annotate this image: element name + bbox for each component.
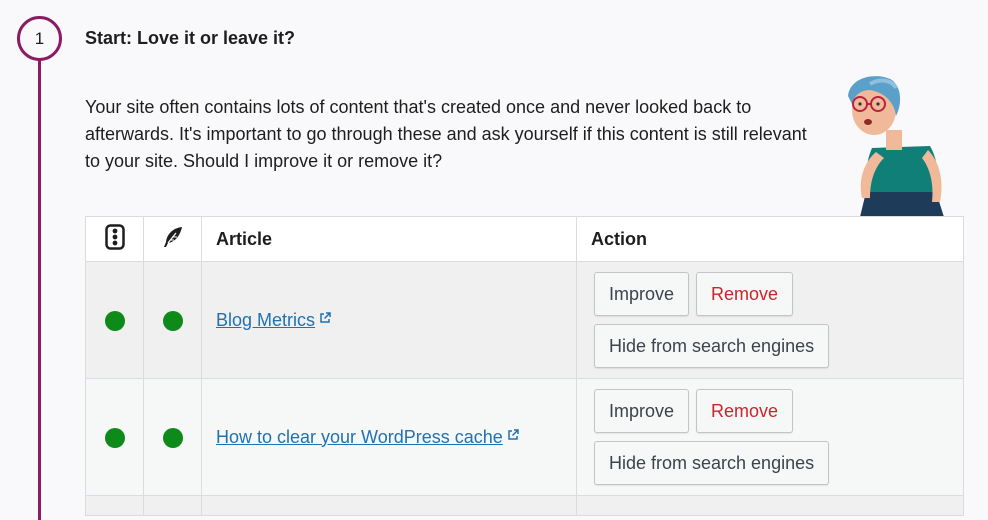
seo-good-status-dot [104, 427, 125, 448]
table-cell [143, 495, 202, 516]
seo-score-cell [85, 378, 144, 496]
action-cell: Improve Remove Hide from search engines [576, 261, 964, 379]
article-column-header: Article [201, 216, 577, 262]
article-link[interactable]: How to clear your WordPress cache [216, 427, 503, 447]
action-column-header: Action [576, 216, 964, 262]
table-cell [201, 495, 577, 516]
readability-good-status-dot [162, 310, 183, 331]
seo-score-column-header [85, 216, 144, 262]
table-cell [85, 495, 144, 516]
article-cell: How to clear your WordPress cache [201, 378, 577, 496]
readability-column-header [143, 216, 202, 262]
external-link-icon [320, 311, 331, 323]
article-cell: Blog Metrics [201, 261, 577, 379]
step-intro-text: Your site often contains lots of content… [85, 97, 807, 171]
seo-score-cell [85, 261, 144, 379]
table-row [85, 495, 964, 516]
improve-button[interactable]: Improve [594, 389, 690, 433]
content-table: Article Action Blog Metrics Improve Remo… [85, 216, 964, 516]
step-number: 1 [34, 28, 45, 48]
remove-button[interactable]: Remove [696, 272, 794, 316]
table-cell [576, 495, 964, 516]
article-link[interactable]: Blog Metrics [216, 310, 315, 330]
step-timeline-line [38, 60, 41, 520]
readability-good-status-dot [162, 427, 183, 448]
external-link-icon [508, 428, 519, 440]
hide-from-search-engines-button[interactable]: Hide from search engines [594, 441, 830, 485]
hide-from-search-engines-button[interactable]: Hide from search engines [594, 324, 830, 368]
action-cell: Improve Remove Hide from search engines [576, 378, 964, 496]
remove-button[interactable]: Remove [696, 389, 794, 433]
step-title: Start: Love it or leave it? [85, 28, 296, 48]
readability-cell [143, 261, 202, 379]
traffic-light-icon [104, 223, 125, 250]
feather-icon [163, 226, 182, 247]
improve-button[interactable]: Improve [594, 272, 690, 316]
step-number-badge: 1 [17, 16, 62, 61]
table-row: How to clear your WordPress cache Improv… [85, 378, 964, 496]
seo-good-status-dot [104, 310, 125, 331]
readability-cell [143, 378, 202, 496]
table-row: Blog Metrics Improve Remove Hide from se… [85, 261, 964, 379]
table-header-row: Article Action [85, 216, 964, 262]
woman-illustration [848, 76, 944, 217]
